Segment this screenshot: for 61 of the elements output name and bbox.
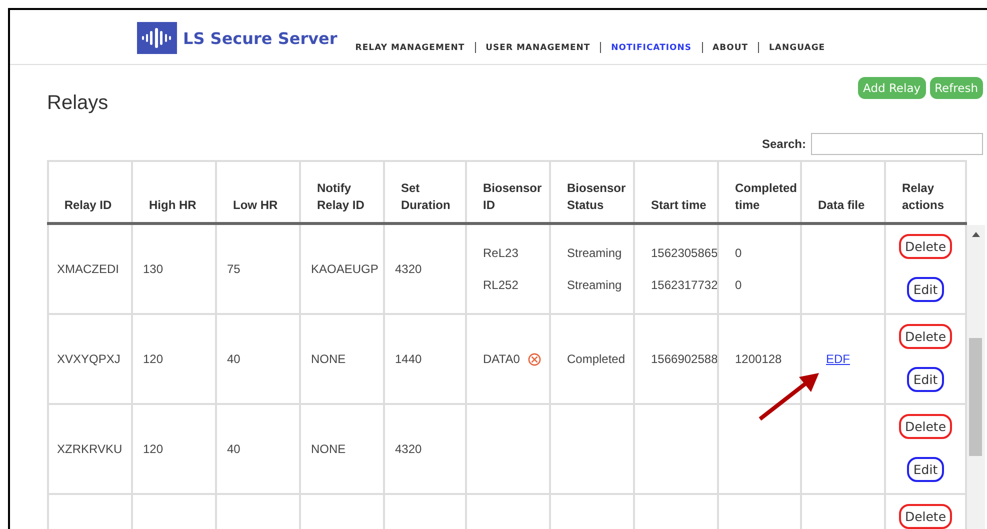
- column-header: Low HR: [215, 162, 299, 222]
- delete-button[interactable]: Delete: [898, 234, 952, 259]
- table-cell: 0: [735, 246, 742, 260]
- search-label: Search:: [762, 137, 806, 151]
- table-cell: ReL23: [483, 246, 518, 260]
- table-cell: Completed: [567, 352, 626, 366]
- table-cell: XZRKRVKU: [57, 442, 122, 456]
- scrollbar[interactable]: [967, 225, 985, 529]
- table-cell: XVXYQPXJ: [57, 352, 120, 366]
- page-title: Relays: [47, 92, 110, 115]
- error-icon: [528, 352, 541, 366]
- table-cell: 1562305865: [651, 246, 718, 260]
- nav-link[interactable]: NOTIFICATIONS: [611, 42, 692, 52]
- table-cell: 0: [735, 278, 742, 292]
- table-cell: 130: [143, 262, 164, 276]
- scrollbar-thumb[interactable]: [969, 338, 982, 456]
- table-cell: DATA0: [483, 352, 520, 366]
- table-cell: 1562317732: [651, 278, 718, 292]
- table-cell: 4320: [395, 442, 422, 456]
- table-cell: 40: [227, 352, 240, 366]
- annotation-arrow: [757, 372, 821, 422]
- table-cell: 40: [227, 442, 240, 456]
- column-header: Relay actions: [884, 162, 967, 222]
- sound-wave-logo-icon: [137, 22, 177, 54]
- table-cell: RL252: [483, 278, 518, 292]
- column-header: High HR: [131, 162, 215, 222]
- edit-button[interactable]: Edit: [907, 367, 944, 392]
- column-header: Completed time: [717, 162, 800, 222]
- table-cell: 1566902588: [651, 352, 718, 366]
- column-header: Biosensor ID: [465, 162, 549, 222]
- table-cell: XMACZEDI: [57, 262, 120, 276]
- data-file-link[interactable]: EDF: [826, 352, 850, 366]
- table-cell: KAOAEUGP: [311, 262, 378, 276]
- column-header: Data file: [800, 162, 884, 222]
- scroll-up-icon[interactable]: [972, 232, 980, 237]
- delete-button[interactable]: Delete: [898, 414, 952, 439]
- nav-link[interactable]: USER MANAGEMENT: [486, 42, 590, 52]
- table-cell: 120: [143, 442, 164, 456]
- table-cell: NONE: [311, 352, 346, 366]
- edit-button[interactable]: Edit: [907, 277, 944, 302]
- column-header: Biosensor Status: [549, 162, 633, 222]
- table-cell: 75: [227, 262, 240, 276]
- table-cell: Streaming: [567, 278, 622, 292]
- edit-button[interactable]: Edit: [907, 457, 944, 482]
- nav-link[interactable]: RELAY MANAGEMENT: [355, 42, 465, 52]
- column-header: Notify Relay ID: [299, 162, 383, 222]
- column-header: Relay ID: [47, 162, 131, 222]
- table-cell: 4320: [395, 262, 422, 276]
- delete-button[interactable]: Delete: [898, 324, 952, 349]
- nav-link[interactable]: ABOUT: [712, 42, 748, 52]
- table-cell: NONE: [311, 442, 346, 456]
- column-header: Start time: [633, 162, 717, 222]
- search-field[interactable]: [811, 133, 983, 155]
- table-cell: 120: [143, 352, 164, 366]
- table-cell: 1440: [395, 352, 422, 366]
- nav-link[interactable]: LANGUAGE: [769, 42, 826, 52]
- column-header: Set Duration: [383, 162, 465, 222]
- logo-text: LS Secure Server: [183, 28, 338, 48]
- delete-button[interactable]: Delete: [898, 504, 952, 529]
- table-cell: 1200128: [735, 352, 782, 366]
- table-cell: Streaming: [567, 246, 622, 260]
